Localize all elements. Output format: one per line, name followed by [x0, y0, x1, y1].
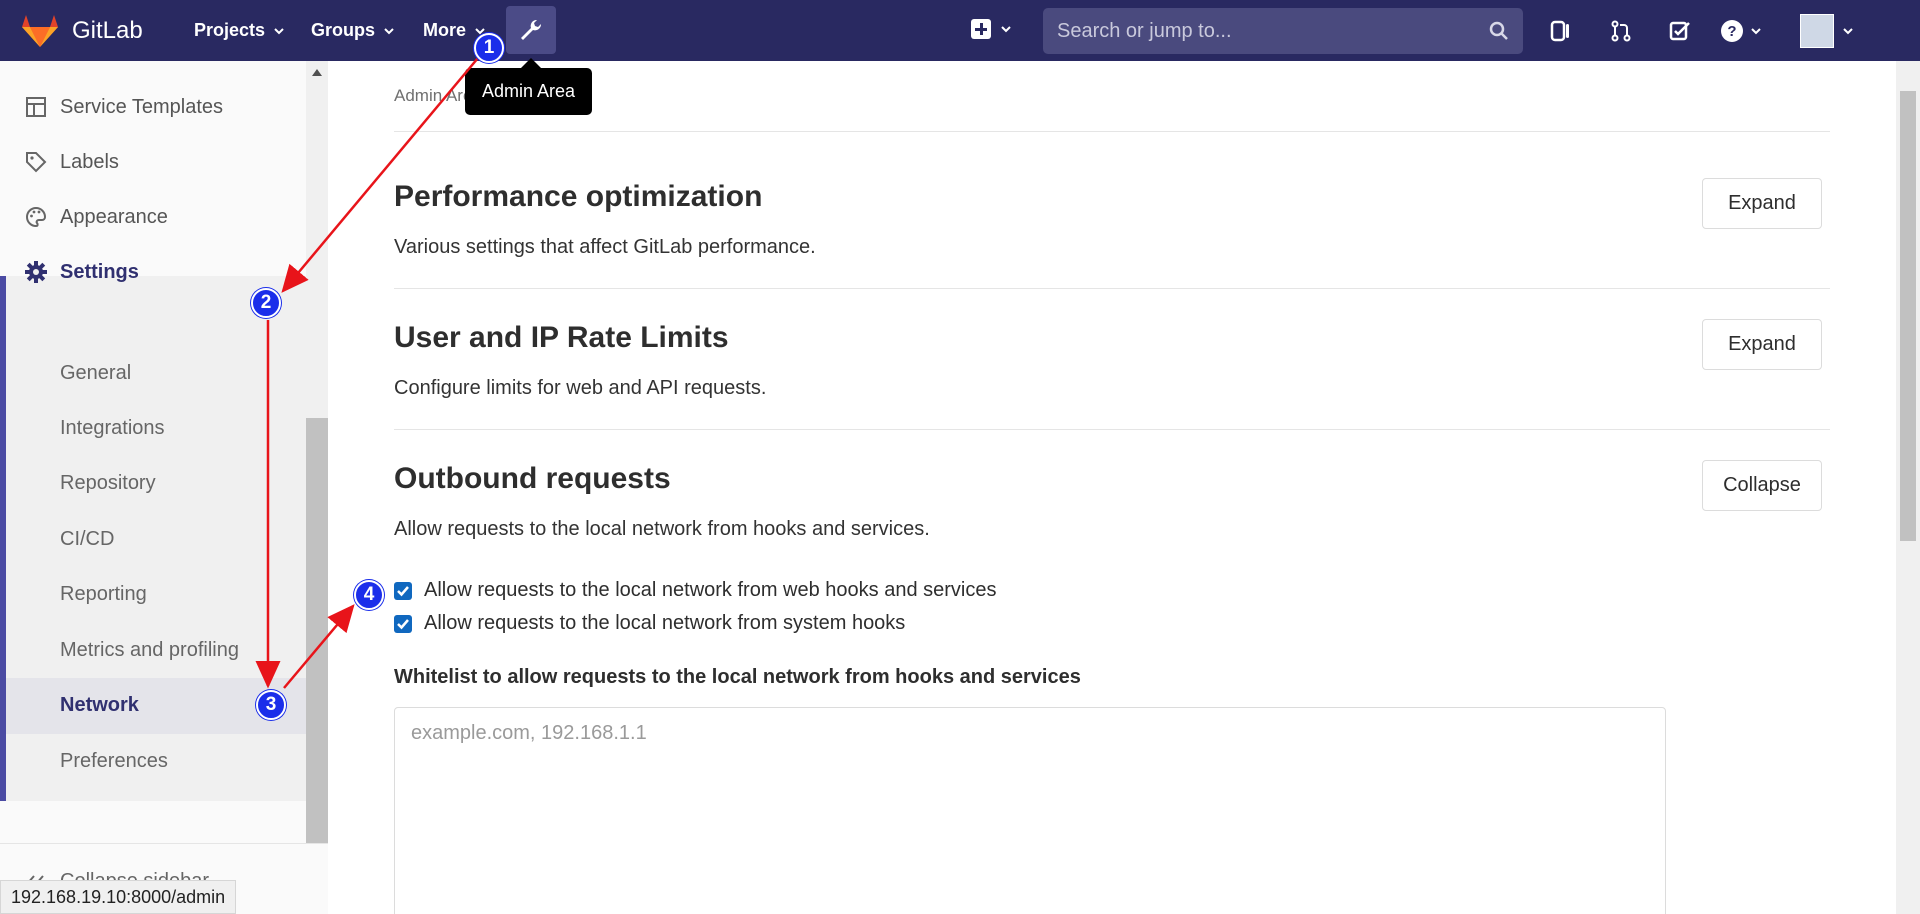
checkbox-label: Allow requests to the local network from…	[424, 612, 906, 634]
sidebar-item-service-templates[interactable]: Service Templates	[0, 93, 306, 121]
chevron-down-icon	[1843, 28, 1853, 35]
palette-icon	[22, 203, 50, 231]
expand-performance-button[interactable]: Expand	[1702, 178, 1822, 229]
admin-sidebar: Service Templates Labels Appearance Sett…	[0, 61, 328, 914]
projects-menu[interactable]: Projects	[194, 20, 285, 41]
help-menu[interactable]: ?	[1720, 16, 1770, 46]
issues-icon	[1550, 20, 1569, 42]
gear-icon	[22, 258, 50, 286]
section-title-performance: Performance optimization	[394, 180, 763, 213]
step-badge-1: 1	[474, 33, 504, 63]
section-desc-performance: Various settings that affect GitLab perf…	[394, 236, 816, 258]
checkbox-checked[interactable]	[394, 581, 412, 600]
chevron-down-icon	[274, 27, 284, 34]
sidebar-item-label: Service Templates	[60, 95, 224, 118]
wrench-icon	[521, 19, 542, 40]
allow-local-system-hooks-checkbox-row[interactable]: Allow requests to the local network from…	[394, 612, 905, 635]
svg-text:?: ?	[1727, 23, 1736, 40]
expand-rate-limits-button[interactable]: Expand	[1702, 319, 1822, 370]
sidebar-scrollbar-thumb[interactable]	[306, 418, 328, 844]
sidebar-item-settings[interactable]: Settings	[0, 258, 306, 286]
sidebar-sub-repository[interactable]: Repository	[60, 472, 156, 495]
gitlab-logo-icon	[22, 14, 58, 47]
groups-label: Groups	[311, 20, 376, 40]
admin-area-button[interactable]	[506, 6, 556, 54]
divider	[394, 429, 1830, 430]
todo-icon	[1669, 21, 1690, 41]
sidebar-item-labels[interactable]: Labels	[0, 148, 306, 176]
divider	[394, 131, 1830, 132]
allow-local-web-hooks-checkbox-row[interactable]: Allow requests to the local network from…	[394, 579, 997, 602]
checkmark-icon	[397, 618, 409, 629]
scroll-up-arrow-icon[interactable]	[312, 69, 322, 76]
collapse-outbound-button[interactable]: Collapse	[1702, 460, 1822, 511]
help-icon: ?	[1721, 20, 1743, 42]
sidebar-sub-network[interactable]: Network	[60, 694, 139, 717]
section-title-rate-limits: User and IP Rate Limits	[394, 321, 729, 354]
checkmark-icon	[397, 585, 409, 596]
chevron-down-icon	[384, 27, 394, 34]
search-icon	[1489, 21, 1508, 40]
projects-label: Projects	[194, 20, 266, 40]
search-input[interactable]	[1057, 19, 1489, 43]
whitelist-label: Whitelist to allow requests to the local…	[394, 666, 1081, 688]
section-title-outbound: Outbound requests	[394, 462, 671, 495]
todos-nav-button[interactable]	[1665, 16, 1695, 46]
sidebar-sub-general[interactable]: General	[60, 362, 131, 385]
section-desc-rate-limits: Configure limits for web and API request…	[394, 377, 767, 399]
page-scrollbar[interactable]	[1896, 61, 1920, 914]
divider	[394, 288, 1830, 289]
more-label: More	[423, 20, 467, 40]
merge-requests-nav-button[interactable]	[1606, 16, 1636, 46]
merge-request-icon	[1611, 20, 1631, 42]
groups-menu[interactable]: Groups	[311, 20, 395, 41]
sidebar-item-label: Settings	[60, 260, 139, 283]
main-content: Admin Area > Network Performance optimiz…	[328, 61, 1896, 914]
top-navbar: GitLab Projects Groups More Search or ju…	[0, 0, 1920, 61]
new-dropdown-button[interactable]	[970, 18, 1012, 40]
sidebar-sub-integrations[interactable]: Integrations	[60, 417, 165, 440]
step-badge-2: 2	[251, 288, 281, 318]
issues-nav-button[interactable]	[1546, 16, 1576, 46]
status-bar-url: 192.168.19.10:8000/admin	[0, 880, 237, 914]
sidebar-sub-preferences[interactable]: Preferences	[60, 750, 168, 773]
checkbox-label: Allow requests to the local network from…	[424, 579, 997, 601]
section-desc-outbound: Allow requests to the local network from…	[394, 518, 930, 540]
whitelist-textarea[interactable]	[394, 707, 1666, 914]
chevron-down-icon	[1001, 26, 1011, 33]
gitlab-home-link[interactable]: GitLab	[22, 14, 143, 48]
step-badge-4: 4	[354, 580, 384, 610]
checkbox-checked[interactable]	[394, 614, 412, 633]
page-scrollbar-thumb[interactable]	[1900, 91, 1916, 541]
sidebar-sub-reporting[interactable]: Reporting	[60, 583, 147, 606]
search-box[interactable]	[1043, 8, 1523, 54]
sidebar-sub-cicd[interactable]: CI/CD	[60, 528, 114, 551]
sidebar-item-label: Labels	[60, 150, 119, 173]
sidebar-sub-metrics[interactable]: Metrics and profiling	[60, 639, 239, 662]
step-badge-3: 3	[256, 690, 286, 720]
sidebar-item-appearance[interactable]: Appearance	[0, 203, 306, 231]
tag-icon	[22, 148, 50, 176]
sidebar-item-label: Appearance	[60, 205, 168, 228]
plus-square-icon	[971, 19, 991, 39]
avatar[interactable]	[1800, 14, 1834, 48]
brand-name: GitLab	[72, 16, 143, 44]
chevron-down-icon	[1751, 28, 1761, 35]
template-icon	[22, 93, 50, 121]
admin-area-tooltip: Admin Area	[465, 58, 593, 115]
